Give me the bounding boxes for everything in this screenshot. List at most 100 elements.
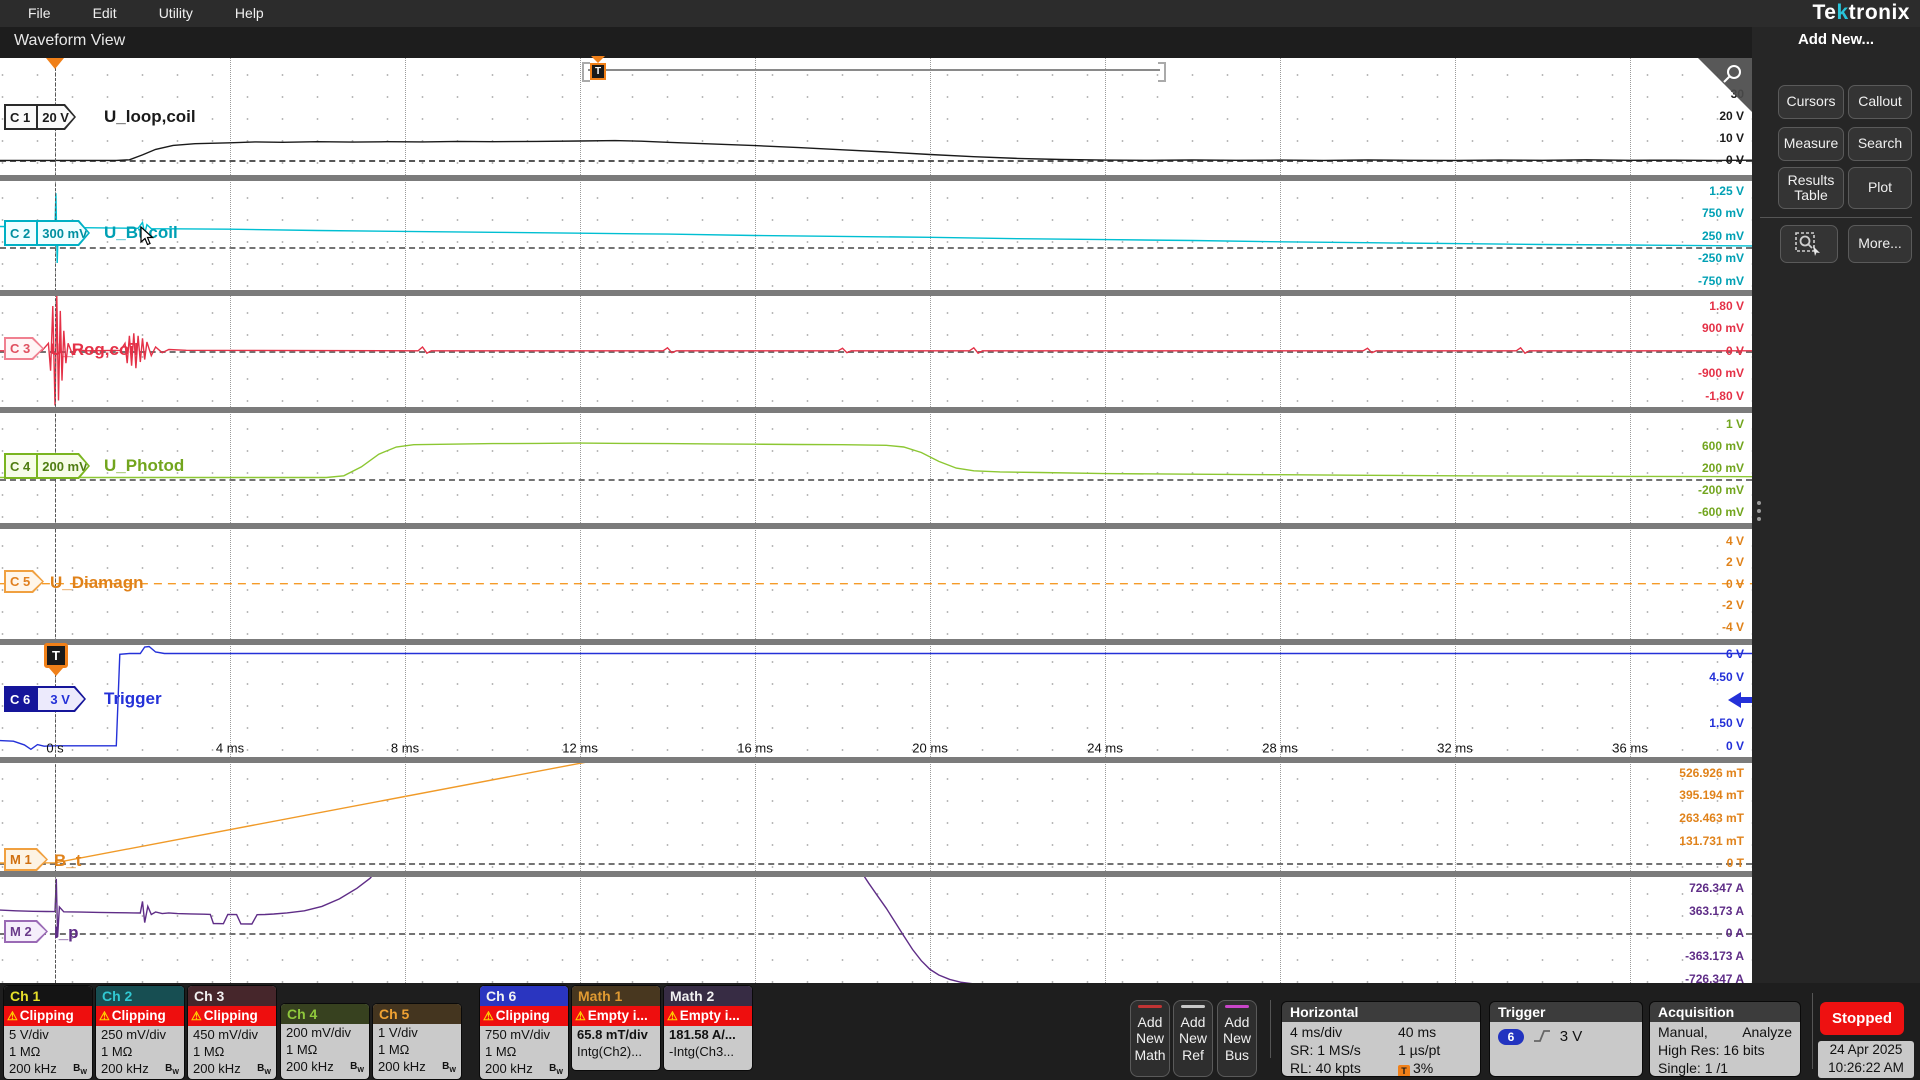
acquisition-row: Manual, Analyze (1658, 1024, 1792, 1040)
menu-item-utility[interactable]: Utility (145, 0, 207, 27)
badge-info-row: 1 MΩ (378, 1042, 410, 1057)
accent-line (1181, 1005, 1205, 1008)
panel-divider (1760, 217, 1912, 218)
add-new-header: Add New... (1797, 31, 1875, 48)
axis-label-m2: 0 A (1725, 926, 1744, 941)
channel-name-m2[interactable]: I_p (54, 923, 79, 943)
trigger-source-marker[interactable]: T (44, 643, 68, 668)
add-new-callout-button[interactable]: Callout (1848, 85, 1912, 119)
axis-label-c3: -900 mV (1697, 366, 1744, 381)
trigger-panel[interactable]: Trigger 6 3 V (1490, 1002, 1642, 1076)
channel-name-c3[interactable]: U_Rog,coil (50, 340, 139, 360)
zoom-corner-button[interactable] (1698, 58, 1752, 112)
badge-info-row: 200 kHz BW (480, 1060, 568, 1079)
axis-label-c6: 0 V (1725, 739, 1744, 754)
trigger-position-marker[interactable]: T (590, 56, 606, 80)
channel-badge-m1[interactable]: M 1 (4, 848, 48, 871)
clipping-warning: ⚠ Empty i... (572, 1006, 660, 1026)
channel-badge-c4[interactable]: C 4 200 mV (4, 453, 90, 479)
trigger-level-arrow-icon[interactable] (1728, 691, 1752, 709)
slice-divider (0, 290, 1752, 296)
time-axis-label: 36 ms (1612, 740, 1648, 756)
acquisition-panel[interactable]: Acquisition Manual, Analyze High Res: 16 b… (1650, 1002, 1800, 1076)
badge-scale-row: 181.58 A/... (669, 1027, 736, 1042)
waveform-slice-c6: 6 V 4.50 V 1.50 V 0 V (0, 645, 1752, 757)
view-title: Waveform View (14, 32, 126, 49)
add-new-plot-button[interactable]: Plot (1848, 167, 1912, 209)
panel-resize-handle[interactable] (1756, 497, 1762, 525)
channel-badge-c1[interactable]: C 1 20 V (4, 104, 76, 130)
axis-label-m1: 0 T (1726, 856, 1744, 871)
add-new-cursors-button[interactable]: Cursors (1778, 85, 1844, 119)
trigger-panel-title: Trigger (1490, 1002, 1642, 1022)
oscilloscope-screen: File Edit Utility Help Tektronix Waveform V… (0, 0, 1920, 1080)
axis-label-c5: 0 V (1725, 576, 1744, 591)
axis-label-c2: 250 mV (1701, 228, 1744, 243)
trace-c4 (0, 442, 1752, 479)
badge-title: Ch 5 (373, 1004, 461, 1024)
trace-m2 (0, 877, 973, 983)
menu-item-file[interactable]: File (14, 0, 65, 27)
add-new-ref-button[interactable]: Add New Ref (1173, 1000, 1213, 1077)
waveform-slice-c3: 1.80 V 900 mV 0 V -900 mV -1.80 V (0, 296, 1752, 407)
trace-c6 (0, 645, 1752, 751)
waveform-view-titlebar: Waveform View T (0, 27, 1752, 82)
clipping-warning: ⚠ Clipping (480, 1006, 568, 1026)
setting-badge-ch4[interactable]: Ch 4 200 mV/div 1 MΩ 200 kHz BW (281, 1004, 369, 1079)
accent-line (1225, 1005, 1249, 1008)
badge-info-row: 1 MΩ (193, 1044, 225, 1059)
horizontal-position-slider[interactable] (588, 69, 1160, 71)
slice-divider (0, 757, 1752, 763)
setting-badge-ch3[interactable]: Ch 3 ⚠ Clipping 450 mV/div 1 MΩ 200 kHz BW (188, 986, 276, 1079)
more-button[interactable]: More... (1848, 225, 1912, 263)
zoom-select-button[interactable] (1780, 225, 1838, 263)
axis-label-c2: -750 mV (1697, 273, 1744, 288)
channel-badge-c2[interactable]: C 2 300 mV (4, 220, 90, 246)
add-new-bus-button[interactable]: Add New Bus (1217, 1000, 1257, 1077)
add-new-search-button[interactable]: Search (1848, 127, 1912, 161)
channel-badge-m2[interactable]: M 2 (4, 920, 48, 943)
horizontal-panel[interactable]: Horizontal 4 ms/div 40 ms SR: 1 MS/s 1 µs/p… (1282, 1002, 1480, 1076)
axis-label-m2: 726.347 A (1689, 880, 1744, 895)
channel-name-m1[interactable]: B_t (54, 851, 81, 871)
menu-item-help[interactable]: Help (221, 0, 278, 27)
setting-badge-ch6[interactable]: Ch 6 ⚠ Clipping 750 mV/div 1 MΩ 200 kHz BW (480, 986, 568, 1079)
run-stop-status-button[interactable]: Stopped (1820, 1002, 1904, 1035)
setting-badge-math2[interactable]: Math 2 ⚠ Empty i... 181.58 A/... -Intg(Ch3..… (664, 986, 752, 1070)
channel-badge-c5[interactable]: C 5 (4, 570, 44, 593)
badge-info-row: 250 mV/div (101, 1027, 167, 1042)
axis-label-m1: 395.194 mT (1679, 788, 1744, 803)
time-axis-label: 20 ms (912, 740, 948, 756)
add-new-measure-button[interactable]: Measure (1778, 127, 1844, 161)
badge-title: Ch 3 (188, 986, 276, 1006)
add-new-panel: Add New... Cursors Callout Measure Search Re… (1752, 27, 1920, 983)
channel-name-c1[interactable]: U_loop,coil (104, 107, 196, 127)
horizontal-panel-title: Horizontal (1282, 1002, 1480, 1022)
setting-badge-math1[interactable]: Math 1 ⚠ Empty i... 65.8 mT/div Intg(Ch2)... (572, 986, 660, 1070)
channel-name-c5[interactable]: U_Diamagn (50, 573, 144, 593)
badge-info-row: 200 kHz BW (188, 1060, 276, 1079)
badge-info-row: 5 V/div (9, 1027, 49, 1042)
setting-badge-ch1[interactable]: Ch 1 ⚠ Clipping 5 V/div 1 MΩ 200 kHz BW (4, 986, 92, 1079)
setting-badge-ch2[interactable]: Ch 2 ⚠ Clipping 250 mV/div 1 MΩ 200 kHz BW (96, 986, 184, 1079)
channel-badge-c6[interactable]: C 63 V (4, 686, 86, 712)
menu-item-edit[interactable]: Edit (79, 0, 131, 27)
add-new-results-table-button[interactable]: Results Table (1778, 167, 1844, 209)
trigger-t-icon: T (590, 63, 606, 80)
add-new-math-button[interactable]: Add New Math (1130, 1000, 1170, 1077)
channel-name-c6[interactable]: Trigger (104, 689, 162, 709)
axis-label-c6: 1.50 V (1709, 716, 1744, 731)
setting-badge-ch5[interactable]: Ch 51 V/div 1 MΩ 200 kHz BW (373, 1004, 461, 1079)
trigger-time-marker-icon[interactable] (46, 58, 64, 69)
slice-divider (0, 523, 1752, 529)
tektronix-logo: Tektronix (1812, 1, 1910, 24)
channel-badge-c3[interactable]: C 3 (4, 337, 44, 360)
separator (1812, 993, 1813, 1069)
channel-name-c4[interactable]: U_Photod (104, 456, 184, 476)
axis-label-c3: 900 mV (1701, 321, 1744, 336)
time-axis-label: 32 ms (1437, 740, 1473, 756)
bandwidth-icon: BW (350, 1061, 364, 1074)
trace-c3 (0, 296, 1752, 406)
badge-info-row: 1 MΩ (286, 1042, 318, 1057)
badge-scale-row: 65.8 mT/div (577, 1027, 648, 1042)
